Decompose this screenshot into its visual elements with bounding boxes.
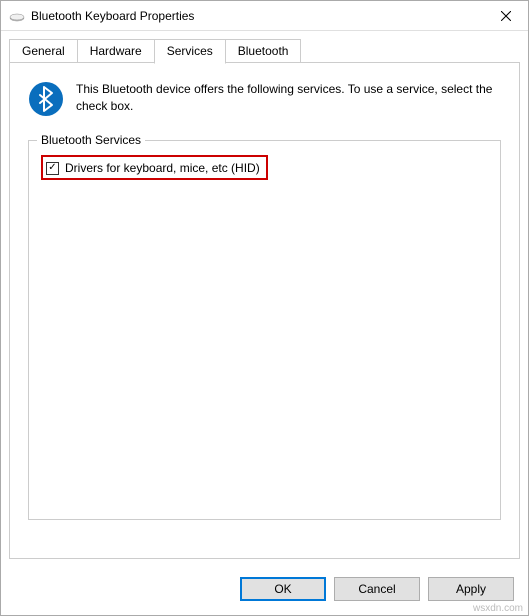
cancel-button[interactable]: Cancel <box>334 577 420 601</box>
properties-dialog: Bluetooth Keyboard Properties General Ha… <box>0 0 529 616</box>
device-icon <box>9 8 25 24</box>
apply-button[interactable]: Apply <box>428 577 514 601</box>
hid-checkbox-label: Drivers for keyboard, mice, etc (HID) <box>65 161 260 175</box>
bluetooth-services-fieldset: Bluetooth Services ✓ Drivers for keyboar… <box>28 140 501 520</box>
tab-hardware[interactable]: Hardware <box>77 39 155 63</box>
tab-content-services: This Bluetooth device offers the followi… <box>9 62 520 559</box>
hid-checkbox[interactable]: ✓ <box>46 162 59 175</box>
checkmark-icon: ✓ <box>48 163 56 173</box>
dialog-buttons: OK Cancel Apply <box>1 567 528 615</box>
tab-bluetooth[interactable]: Bluetooth <box>225 39 302 63</box>
tab-general[interactable]: General <box>9 39 78 63</box>
bluetooth-icon <box>28 81 64 122</box>
fieldset-legend: Bluetooth Services <box>37 133 145 147</box>
intro-row: This Bluetooth device offers the followi… <box>28 81 501 122</box>
hid-service-row[interactable]: ✓ Drivers for keyboard, mice, etc (HID) <box>43 158 266 178</box>
titlebar: Bluetooth Keyboard Properties <box>1 1 528 31</box>
close-button[interactable] <box>483 1 528 30</box>
window-title: Bluetooth Keyboard Properties <box>31 9 483 23</box>
tab-strip: General Hardware Services Bluetooth <box>1 31 528 63</box>
ok-button[interactable]: OK <box>240 577 326 601</box>
highlight-box: ✓ Drivers for keyboard, mice, etc (HID) <box>41 155 268 180</box>
intro-text: This Bluetooth device offers the followi… <box>76 81 501 115</box>
tab-services[interactable]: Services <box>154 39 226 64</box>
